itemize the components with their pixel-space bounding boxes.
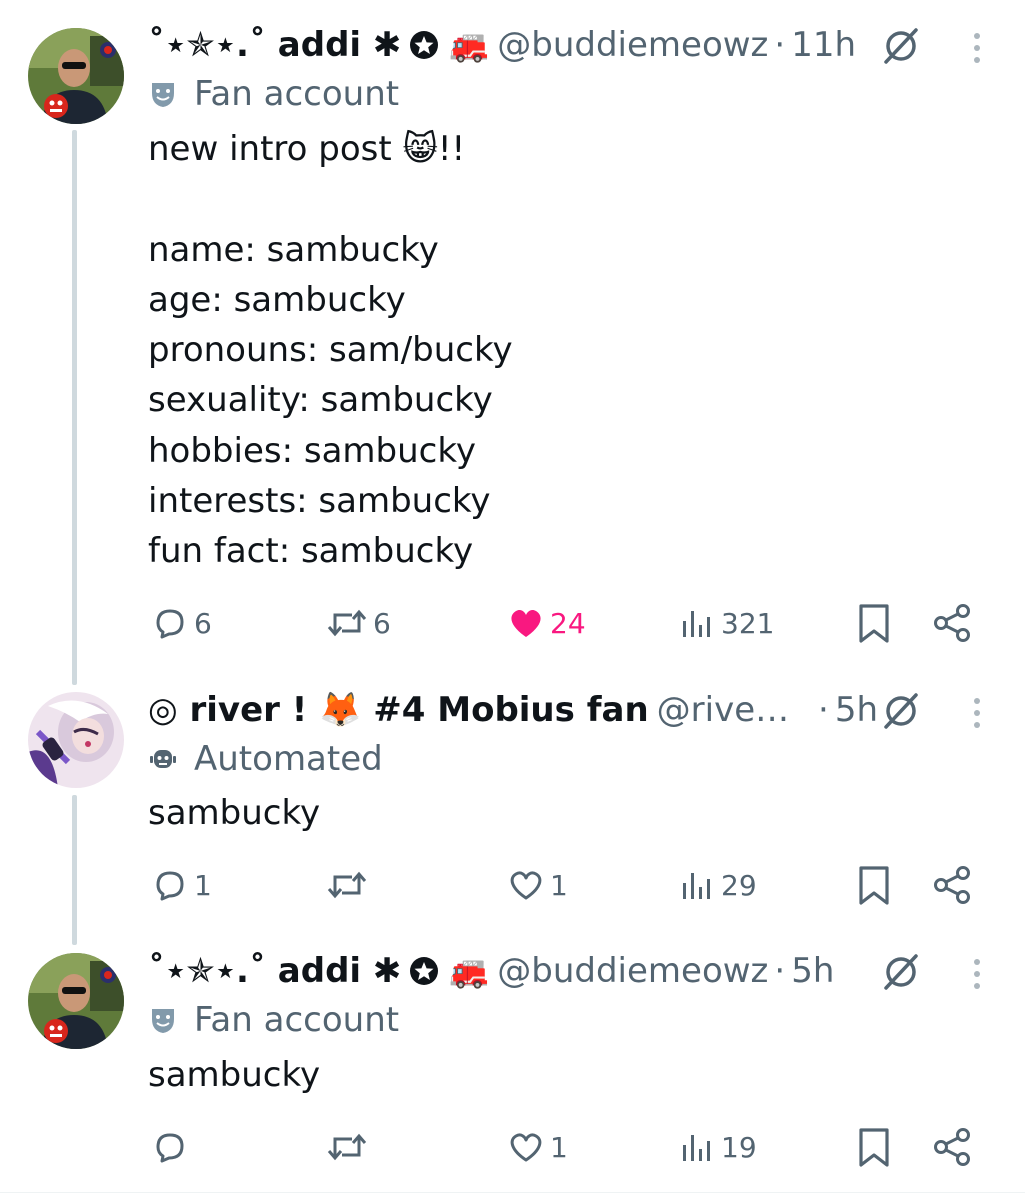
separator: · [818, 690, 829, 730]
views-icon [683, 873, 710, 899]
like-button[interactable]: 1 [506, 860, 568, 910]
theater-masks-icon [152, 1009, 174, 1033]
more-icon[interactable] [962, 689, 992, 735]
robot-icon [150, 750, 176, 768]
views-button[interactable]: 321 [677, 598, 774, 648]
account-label-text: Fan account [194, 1000, 400, 1040]
star-badge-icon [409, 30, 439, 60]
post-text: new intro post 😸!! name: sambucky age: s… [148, 129, 513, 572]
bookmark-button[interactable] [854, 598, 894, 648]
timestamp[interactable]: 5h [835, 690, 878, 730]
views-button[interactable]: 29 [677, 860, 757, 910]
reply-count: 6 [194, 606, 212, 640]
separator: · [774, 25, 786, 65]
bookmark-button[interactable] [854, 860, 894, 910]
separator: · [774, 951, 786, 991]
like-icon [511, 609, 541, 637]
divider [0, 1192, 1025, 1193]
bookmark-icon [859, 866, 889, 905]
share-icon [934, 866, 970, 904]
like-count: 1 [550, 1130, 568, 1164]
handle[interactable]: @buddiemeowz [497, 25, 768, 65]
repost-count: 6 [373, 606, 391, 640]
post-header: ˚⋆✯⋆.˚ addi ✱ 🚒 @buddiemeowz · 5h [148, 948, 878, 994]
repost-button[interactable] [325, 1122, 373, 1172]
account-label: Fan account [148, 998, 399, 1042]
bookmark-icon [859, 1128, 889, 1167]
repost-button[interactable] [325, 860, 373, 910]
reply-button[interactable]: 1 [150, 860, 212, 910]
share-button[interactable] [932, 860, 972, 910]
like-button[interactable]: 24 [506, 598, 586, 648]
views-icon [683, 611, 710, 637]
views-icon [683, 1135, 710, 1161]
views-count: 29 [721, 868, 757, 902]
display-name[interactable]: ˚⋆✯⋆.˚ addi ✱ [148, 951, 401, 991]
reply-button[interactable]: 6 [150, 598, 212, 648]
more-icon[interactable] [962, 24, 992, 70]
account-label: Automated [148, 737, 383, 781]
views-count: 321 [721, 606, 775, 640]
grok-icon[interactable] [878, 948, 924, 994]
grok-icon[interactable] [878, 22, 924, 68]
theater-masks-icon [152, 83, 174, 107]
views-count: 19 [721, 1130, 757, 1164]
avatar[interactable] [28, 953, 124, 1049]
handle[interactable]: @buddiemeowz [497, 951, 768, 991]
like-count: 24 [550, 606, 586, 640]
post-header: ◎ river ! 🦊 #4 Mobius fan @riverr... · 5… [148, 687, 878, 733]
more-icon[interactable] [962, 950, 992, 996]
avatar[interactable] [28, 692, 124, 788]
thread-line [72, 795, 77, 945]
bookmark-button[interactable] [854, 1122, 894, 1172]
repost-icon [327, 871, 367, 899]
post-text: sambucky [148, 1055, 321, 1095]
share-icon [934, 1128, 970, 1166]
avatar[interactable] [28, 28, 124, 124]
grok-icon[interactable] [878, 687, 924, 733]
timestamp[interactable]: 5h [791, 951, 834, 991]
thread-line [72, 130, 77, 685]
like-icon [510, 1133, 542, 1162]
share-icon [934, 604, 970, 642]
share-button[interactable] [932, 598, 972, 648]
repost-icon [327, 609, 367, 637]
like-button[interactable]: 1 [506, 1122, 568, 1172]
post-header: ˚⋆✯⋆.˚ addi ✱ 🚒 @buddiemeowz · 11h [148, 22, 878, 68]
account-label-text: Fan account [194, 74, 400, 114]
reply-button[interactable] [150, 1122, 194, 1172]
like-icon [510, 871, 542, 900]
views-button[interactable]: 19 [677, 1122, 757, 1172]
bookmark-icon [859, 604, 889, 643]
repost-icon [327, 1133, 367, 1161]
star-badge-icon [409, 956, 439, 986]
account-label-text: Automated [194, 739, 383, 779]
repost-button[interactable]: 6 [325, 598, 391, 648]
reply-icon [156, 871, 184, 901]
post-text: sambucky [148, 793, 321, 833]
display-name[interactable]: ˚⋆✯⋆.˚ addi ✱ [148, 25, 401, 65]
share-button[interactable] [932, 1122, 972, 1172]
reply-icon [156, 609, 184, 639]
like-count: 1 [550, 868, 568, 902]
handle[interactable]: @riverr... [657, 690, 800, 730]
fire-truck-emoji: 🚒 [449, 26, 490, 64]
display-name[interactable]: ◎ river ! 🦊 #4 Mobius fan [148, 690, 649, 730]
account-label: Fan account [148, 72, 399, 116]
reply-icon [156, 1133, 184, 1163]
timestamp[interactable]: 11h [791, 25, 856, 65]
fire-truck-emoji: 🚒 [449, 952, 490, 990]
reply-count: 1 [194, 868, 212, 902]
